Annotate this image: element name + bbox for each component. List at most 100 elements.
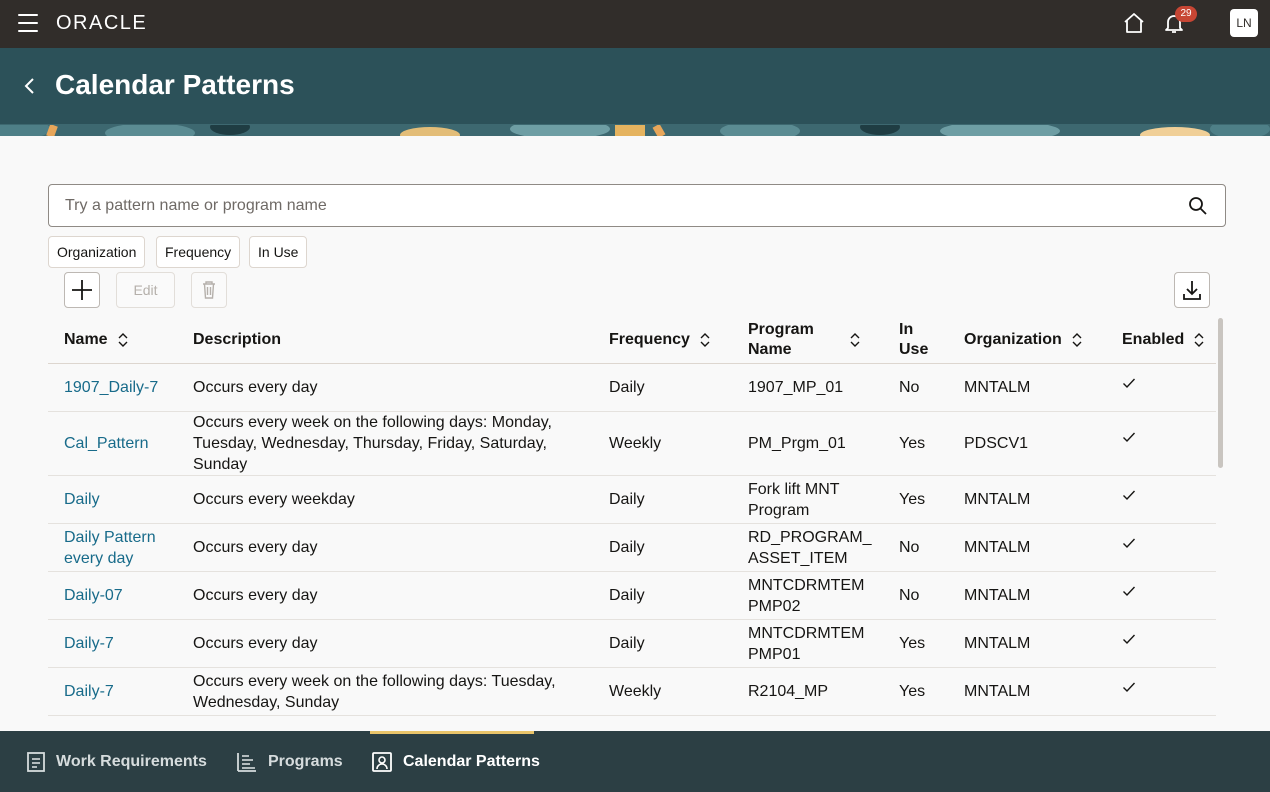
- cell-description: Occurs every week on the following days:…: [193, 672, 556, 711]
- cell-enabled: [1122, 412, 1162, 475]
- filter-chip-frequency[interactable]: Frequency: [156, 236, 241, 268]
- column-header-label: In Use: [899, 321, 929, 358]
- sort-icon[interactable]: [118, 333, 128, 347]
- checkmark-icon: [1123, 586, 1136, 597]
- cell-organization: MNTALM: [964, 587, 1031, 604]
- sort-icon[interactable]: [850, 333, 860, 347]
- nav-tab-calendar-patterns[interactable]: Calendar Patterns: [371, 731, 540, 792]
- cell-name[interactable]: Daily: [64, 476, 174, 523]
- notification-count-badge: 29: [1175, 6, 1197, 22]
- cell-frequency: Daily: [609, 587, 645, 604]
- cell-description: Occurs every day: [193, 587, 318, 604]
- cell-organization: MNTALM: [964, 635, 1031, 652]
- table-row[interactable]: Daily Pattern every day Occurs every day D…: [48, 524, 1216, 572]
- page-title: Calendar Patterns: [55, 69, 295, 100]
- cell-in-use: No: [899, 539, 920, 556]
- column-header-name[interactable]: Name: [64, 316, 128, 364]
- home-icon[interactable]: [1122, 11, 1146, 35]
- column-header-program-name[interactable]: Program Name: [748, 316, 860, 364]
- cell-name[interactable]: Daily-07: [64, 572, 174, 619]
- brand-logo[interactable]: ORACLE: [56, 12, 147, 35]
- cell-enabled: [1122, 364, 1162, 411]
- cell-program-name: Fork lift MNT Program: [748, 480, 840, 519]
- menu-icon[interactable]: [16, 14, 40, 34]
- user-avatar[interactable]: LN: [1230, 9, 1258, 37]
- edit-button[interactable]: Edit: [116, 272, 175, 308]
- table-row[interactable]: Daily-7 Occurs every day Daily MNTCDRMTEM P…: [48, 620, 1216, 668]
- cell-organization: MNTALM: [964, 683, 1031, 700]
- table-row[interactable]: Daily-07 Occurs every day Daily MNTCDRMTEM …: [48, 572, 1216, 620]
- column-header-organization[interactable]: Organization: [964, 316, 1082, 364]
- search-input[interactable]: [65, 185, 1165, 226]
- main-content: Organization Frequency In Use Edit Name …: [0, 136, 1270, 731]
- cell-frequency: Weekly: [609, 435, 662, 452]
- calendar-person-icon: [372, 751, 392, 772]
- cell-program-name: PM_Prgm_01: [748, 435, 846, 452]
- cell-description: Occurs every day: [193, 379, 318, 396]
- nav-tab-work-requirements[interactable]: Work Requirements: [26, 731, 207, 792]
- cell-name[interactable]: 1907_Daily-7: [64, 364, 174, 411]
- column-header-enabled[interactable]: Enabled: [1122, 316, 1204, 364]
- cell-in-use: No: [899, 379, 920, 396]
- column-header-frequency[interactable]: Frequency: [609, 316, 710, 364]
- sort-icon[interactable]: [700, 333, 710, 347]
- checkmark-icon: [1123, 490, 1136, 501]
- table-row[interactable]: Daily Occurs every weekday Daily Fork lift …: [48, 476, 1216, 524]
- back-chevron-icon[interactable]: [20, 76, 40, 96]
- sort-icon[interactable]: [1194, 333, 1204, 347]
- cell-frequency: Daily: [609, 379, 645, 396]
- column-header-label: Frequency: [609, 331, 690, 348]
- cell-in-use: Yes: [899, 635, 926, 652]
- cell-name[interactable]: Daily-7: [64, 620, 174, 667]
- bottom-navigation: Work Requirements Programs Calendar Patt…: [0, 731, 1270, 792]
- filter-chip-in-use[interactable]: In Use: [249, 236, 308, 268]
- delete-button[interactable]: [191, 272, 227, 308]
- cell-program-name: MNTCDRMTEM PMP02: [748, 576, 865, 615]
- plus-icon: [72, 280, 92, 300]
- checkmark-icon: [1123, 634, 1136, 645]
- cell-frequency: Daily: [609, 491, 645, 508]
- cell-enabled: [1122, 572, 1162, 619]
- column-header-label: Description: [193, 331, 282, 348]
- download-button[interactable]: [1174, 272, 1210, 308]
- cell-enabled: [1122, 620, 1162, 667]
- cell-name[interactable]: Daily Pattern every day: [64, 524, 174, 571]
- cell-program-name: 1907_MP_01: [748, 379, 844, 396]
- cell-description: Occurs every day: [193, 635, 318, 652]
- checkmark-icon: [1123, 378, 1136, 389]
- gantt-chart-icon: [237, 752, 256, 772]
- table-scrollbar[interactable]: [1218, 318, 1223, 468]
- cell-organization: MNTALM: [964, 491, 1031, 508]
- table-row[interactable]: Daily-7 Occurs every week on the followin…: [48, 668, 1216, 716]
- table-row[interactable]: 1907_Daily-7 Occurs every day Daily 1907_MP…: [48, 364, 1216, 412]
- sort-icon[interactable]: [1072, 333, 1082, 347]
- cell-enabled: [1122, 476, 1162, 523]
- column-header-label: Enabled: [1122, 331, 1185, 348]
- nav-tab-programs[interactable]: Programs: [236, 731, 343, 792]
- nav-tab-label: Programs: [268, 752, 343, 770]
- column-header-label: Organization: [964, 331, 1062, 348]
- cell-program-name: RD_PROGRAM_ ASSET_ITEM: [748, 528, 872, 567]
- cell-name[interactable]: Cal_Pattern: [64, 412, 174, 475]
- decorative-banner: [0, 124, 1270, 136]
- checkmark-icon: [1123, 682, 1136, 693]
- cell-organization: PDSCV1: [964, 435, 1029, 452]
- cell-description: Occurs every day: [193, 539, 318, 556]
- filter-chip-organization[interactable]: Organization: [48, 236, 146, 268]
- document-list-icon: [27, 751, 45, 772]
- cell-in-use: Yes: [899, 491, 926, 508]
- cell-name[interactable]: Daily-7: [64, 668, 174, 715]
- cell-program-name: MNTCDRMTEM PMP01: [748, 624, 865, 663]
- add-button[interactable]: [64, 272, 100, 308]
- search-box: [48, 184, 1226, 227]
- cell-description: Occurs every weekday: [193, 491, 355, 508]
- table-row[interactable]: Cal_Pattern Occurs every week on the foll…: [48, 412, 1216, 476]
- page-header: Calendar Patterns: [0, 48, 1270, 124]
- cell-frequency: Daily: [609, 635, 645, 652]
- cell-frequency: Daily: [609, 539, 645, 556]
- top-bar: ORACLE 29 LN: [0, 0, 1270, 48]
- checkmark-icon: [1123, 432, 1136, 443]
- search-icon[interactable]: [1188, 196, 1208, 216]
- checkmark-icon: [1123, 538, 1136, 549]
- column-header-label: Name: [64, 331, 108, 348]
